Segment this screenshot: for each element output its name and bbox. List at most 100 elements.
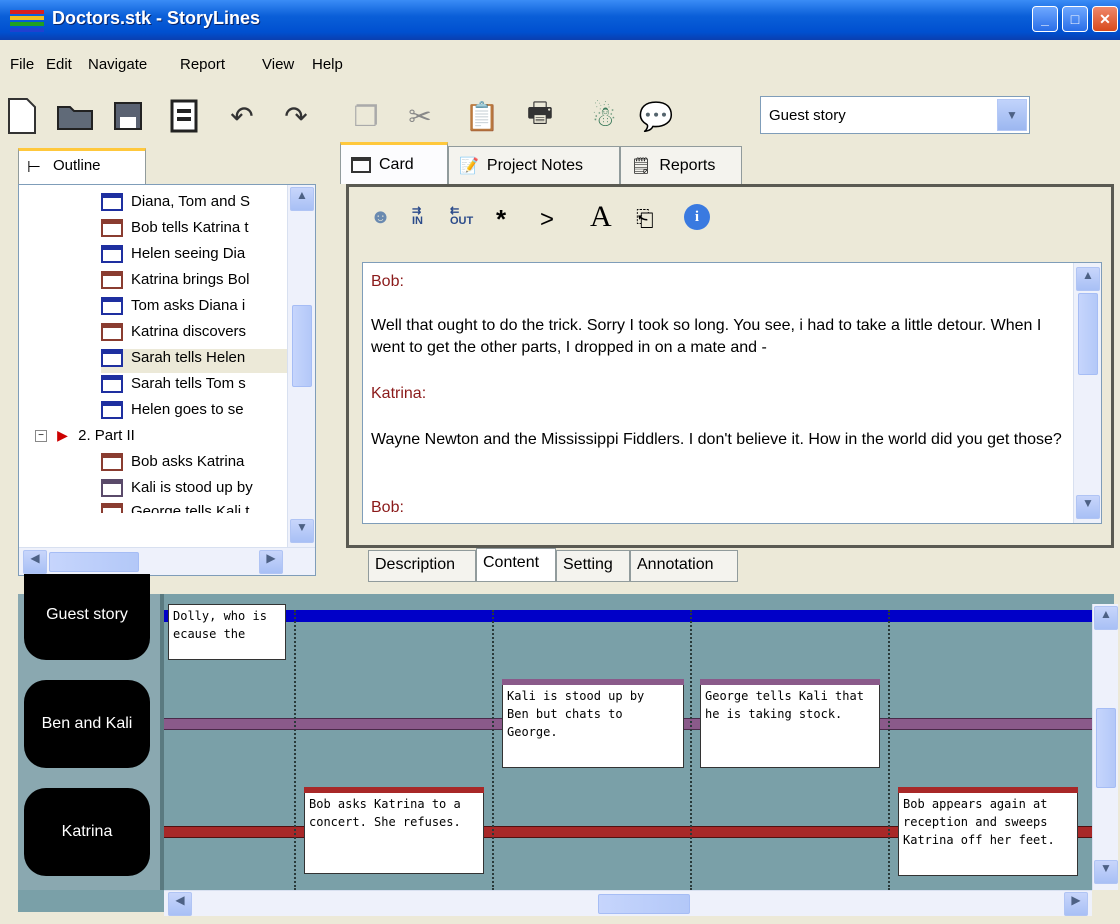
tree-item[interactable]: Katrina brings Bol [101,271,315,295]
scene-card[interactable]: Dolly, who is ecause the [168,604,286,660]
tree-item[interactable]: Kali is stood up by [101,479,315,503]
new-file-icon[interactable] [2,96,42,136]
scene-color-bar [898,787,1078,793]
close-button[interactable]: ✕ [1092,6,1118,32]
redo-icon[interactable]: ↷ [276,96,316,136]
scene-card[interactable]: Bob asks Katrina to a concert. She refus… [304,787,484,874]
lane-label-guest[interactable]: Guest story [24,574,150,660]
story-select[interactable]: Guest story ▼ [760,96,1030,134]
tree-item[interactable]: Bob tells Katrina t [101,219,315,243]
greater-than-icon[interactable]: > [540,206,554,234]
lane-line-guest [164,610,1092,622]
tree-item[interactable]: Sarah tells Tom s [101,375,315,399]
tab-card[interactable]: Card [340,142,448,184]
scroll-thumb[interactable] [292,305,312,387]
maximize-button[interactable]: □ [1062,6,1088,32]
insert-icon[interactable]: ⎗ [636,206,654,232]
scroll-right-icon[interactable]: ▶ [1064,892,1088,916]
menu-edit[interactable]: Edit [46,56,72,73]
save-icon[interactable] [108,96,148,136]
scroll-thumb[interactable] [1096,708,1116,788]
menu-navigate[interactable]: Navigate [88,56,147,73]
scene-color-bar [304,787,484,793]
scroll-thumb[interactable] [49,552,139,572]
size-grip[interactable] [1092,890,1118,916]
content-vscroll[interactable]: ▲ ▼ [1073,263,1101,523]
tab-content[interactable]: Content [476,548,556,582]
outline-vscroll[interactable]: ▲ ▼ [287,185,315,547]
scroll-thumb[interactable] [1078,293,1098,375]
scene-card[interactable]: George tells Kali that he is taking stoc… [700,679,880,768]
font-icon[interactable]: A [590,200,612,234]
cut-icon[interactable]: ✂ [400,96,440,136]
tree-item-label: Helen seeing Dia [131,245,246,262]
scroll-thumb[interactable] [598,894,690,914]
scene-card[interactable]: Bob appears again at reception and sweep… [898,787,1078,876]
tree-item[interactable]: Katrina discovers [101,323,315,347]
window-title: Doctors.stk - StoryLines [52,8,261,28]
scroll-right-icon[interactable]: ▶ [259,550,283,574]
notes-icon: 📝 [459,157,479,175]
paste-icon[interactable]: 📋 [462,96,502,136]
copy-icon[interactable]: ❐ [346,96,386,136]
menu-report[interactable]: Report [180,56,225,73]
chevron-down-icon[interactable]: ▼ [997,99,1027,131]
scroll-up-icon[interactable]: ▲ [1076,267,1100,291]
scene-card[interactable]: Kali is stood up by Ben but chats to Geo… [502,679,684,768]
tree-folder[interactable]: − ▶ 2. Part II [35,427,305,451]
scroll-left-icon[interactable]: ◀ [23,550,47,574]
tree-item[interactable]: Tom asks Diana i [101,297,315,321]
tree-item[interactable]: Helen goes to se [101,401,315,425]
lane-label-katrina[interactable]: Katrina [24,788,150,876]
tree-icon: ⊢ [27,159,41,176]
indent-in-icon[interactable]: ⇉ IN [412,206,423,227]
card-icon [101,193,123,212]
tree-item-label: Diana, Tom and S [131,193,250,210]
scroll-down-icon[interactable]: ▼ [290,519,314,543]
dialogue-text: Well that ought to do the trick. Sorry I… [371,317,1042,356]
characters-icon[interactable]: ☃ [584,96,624,136]
scroll-up-icon[interactable]: ▲ [290,187,314,211]
info-icon[interactable]: i [684,204,710,230]
help-bubble-icon[interactable]: 💬 [636,96,676,136]
menu-view[interactable]: View [262,56,294,73]
timeline-vscroll[interactable]: ▲ ▼ [1092,604,1118,890]
tab-project-notes[interactable]: 📝 Project Notes [448,146,620,184]
speaker-label: Katrina: [371,385,427,402]
tab-reports[interactable]: 🗒 Reports [620,146,742,184]
menu-help[interactable]: Help [312,56,343,73]
timeline-hscroll[interactable]: ◀ ▶ [164,890,1092,916]
scroll-down-icon[interactable]: ▼ [1076,495,1100,519]
lane-label-ben-kali[interactable]: Ben and Kali [24,680,150,768]
tab-description[interactable]: Description [368,550,476,582]
card-icon [101,453,123,472]
scene-text: Bob asks Katrina to a concert. She refus… [309,797,461,829]
tab-annotation[interactable]: Annotation [630,550,738,582]
content-editor[interactable]: Bob: Well that ought to do the trick. So… [362,262,1102,524]
menu-file[interactable]: File [10,56,34,73]
scroll-left-icon[interactable]: ◀ [168,892,192,916]
tree-item[interactable]: Diana, Tom and S [101,193,315,217]
collapse-icon[interactable]: − [35,430,47,443]
document-icon[interactable] [164,96,204,136]
tree-item[interactable]: Helen seeing Dia [101,245,315,269]
scroll-down-icon[interactable]: ▼ [1094,860,1118,884]
undo-icon[interactable]: ↶ [222,96,262,136]
tree-item-selected[interactable]: Sarah tells Helen [101,349,291,373]
tree-item-label: Sarah tells Tom s [131,375,246,392]
tree-item[interactable]: Bob asks Katrina [101,453,315,477]
print-icon[interactable]: 🖶 [520,96,560,136]
scroll-up-icon[interactable]: ▲ [1094,606,1118,630]
tab-outline[interactable]: ⊢ Outline [18,148,146,184]
outline-hscroll[interactable]: ◀ ▶ [19,547,315,575]
splitter[interactable] [0,584,1120,594]
scene-divider [888,610,890,890]
indent-out-icon[interactable]: ⇇ OUT [450,206,473,227]
minimize-button[interactable]: _ [1032,6,1058,32]
people-icon[interactable]: ☻ [370,206,391,229]
tree-item[interactable]: George tells Kali t [101,503,315,513]
open-folder-icon[interactable] [56,96,96,136]
tree-item-label: Kali is stood up by [131,479,253,496]
asterisk-icon[interactable]: * [496,204,506,235]
tab-setting[interactable]: Setting [556,550,630,582]
